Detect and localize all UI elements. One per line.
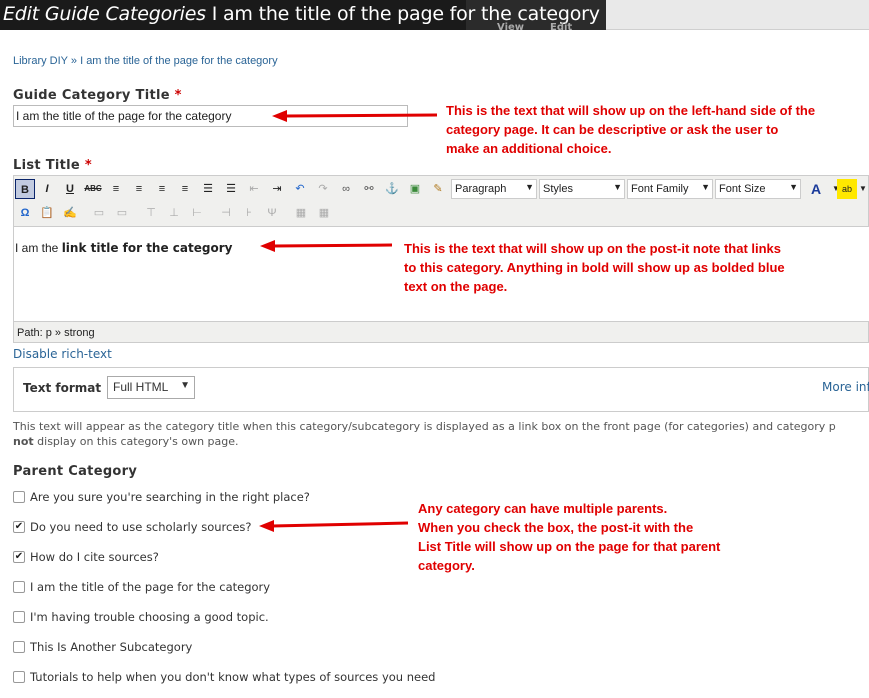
arrow-title [272, 110, 438, 122]
arrow-parent [259, 520, 409, 532]
arrow-list-title [260, 240, 393, 252]
annotation-arrows [259, 110, 438, 532]
